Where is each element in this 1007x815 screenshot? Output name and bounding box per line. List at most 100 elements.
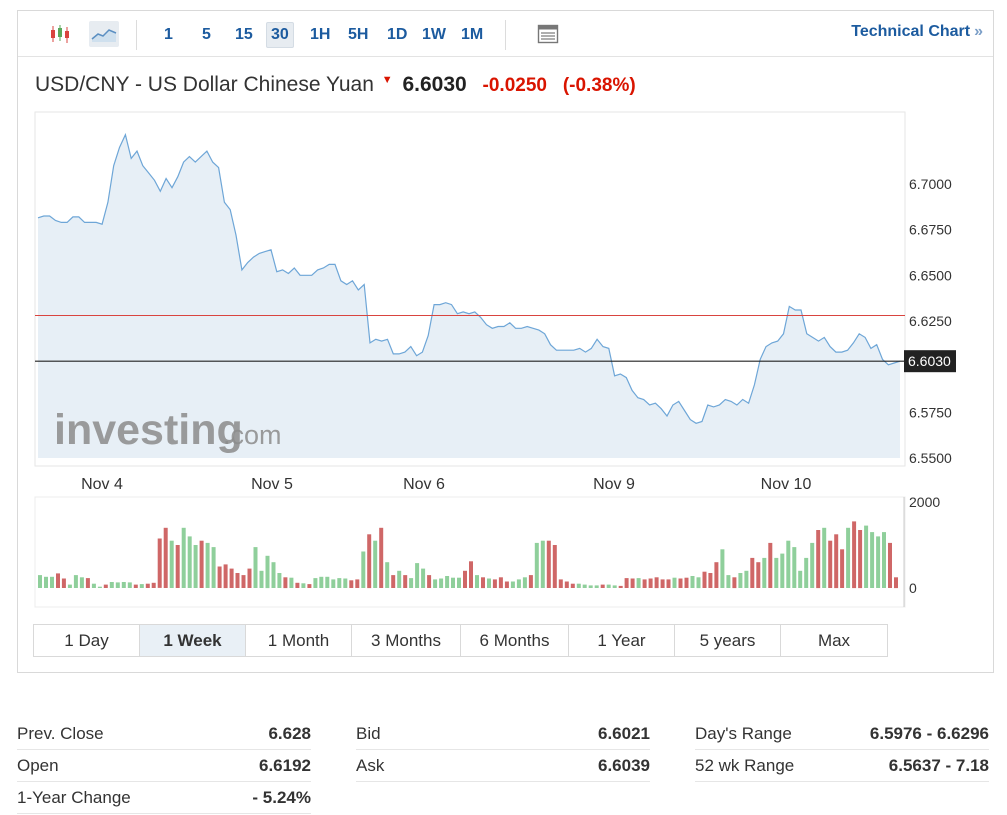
volume-tick-label: 2000	[909, 494, 940, 510]
volume-bar	[313, 578, 318, 588]
volume-bar	[325, 576, 330, 588]
stat-open: Open 6.6192	[17, 750, 311, 782]
volume-bar	[235, 573, 240, 588]
volume-bar	[678, 578, 683, 588]
volume-bar	[445, 576, 450, 588]
volume-bar	[259, 570, 264, 588]
volume-bar	[618, 585, 623, 588]
volume-bar	[127, 582, 132, 588]
volume-bar	[546, 540, 551, 588]
range-5-years[interactable]: 5 years	[675, 625, 781, 656]
volume-bar	[798, 570, 803, 588]
volume-bar	[247, 568, 252, 588]
volume-bar	[139, 584, 144, 588]
stat-value: 6.628	[268, 723, 311, 743]
volume-bar	[187, 536, 192, 588]
y-tick-label: 6.7000	[909, 176, 952, 192]
x-tick-label: Nov 10	[761, 476, 812, 493]
volume-bar	[271, 562, 276, 588]
volume-bar	[373, 540, 378, 588]
volume-bar	[181, 527, 186, 588]
volume-bar	[516, 579, 521, 588]
volume-bar	[816, 530, 821, 589]
volume-bar	[834, 534, 839, 589]
volume-bar	[738, 573, 743, 588]
volume-bar	[331, 579, 336, 588]
volume-bar	[451, 577, 455, 588]
stat-52wk-range: 52 wk Range 6.5637 - 7.18	[695, 750, 989, 782]
volume-bar	[487, 578, 491, 588]
volume-bar	[361, 551, 366, 588]
volume-bar	[690, 576, 695, 588]
volume-bar	[744, 570, 749, 588]
stat-value: - 5.24%	[252, 787, 311, 807]
volume-bar	[157, 538, 162, 588]
range-1-week[interactable]: 1 Week	[140, 625, 246, 656]
volume-bar	[385, 562, 390, 588]
volume-bar	[133, 584, 138, 588]
volume-bar	[600, 584, 605, 588]
volume-bar	[121, 582, 126, 588]
volume-bar	[498, 577, 503, 589]
volume-bar	[612, 585, 617, 588]
range-6-months[interactable]: 6 Months	[461, 625, 569, 656]
stat-value: 6.6192	[259, 755, 311, 775]
range-1-day[interactable]: 1 Day	[34, 625, 140, 656]
stat-value: 6.6021	[598, 723, 650, 743]
volume-bar	[337, 578, 342, 588]
volume-bar	[588, 585, 593, 588]
volume-bar	[522, 577, 527, 589]
volume-bar	[79, 577, 84, 589]
volume-bar	[846, 527, 851, 588]
y-tick-label: 6.6250	[909, 313, 952, 329]
volume-bar	[582, 584, 587, 588]
current-price-tag: 6.6030	[904, 350, 956, 373]
volume-bar	[169, 540, 174, 588]
time-range-selector: 1 Day 1 Week 1 Month 3 Months 6 Months 1…	[33, 624, 888, 657]
price-chart[interactable]: investing .com 6.6030 6.7000 6.6750 6.6500…	[18, 11, 993, 611]
range-3-months[interactable]: 3 Months	[352, 625, 461, 656]
volume-bar	[391, 575, 396, 588]
volume-bar	[810, 542, 815, 588]
stat-label: Open	[17, 755, 59, 775]
volume-bar	[319, 576, 324, 588]
volume-bar	[44, 576, 48, 588]
volume-bar	[103, 584, 108, 588]
volume-bar	[510, 581, 515, 588]
volume-tick-label: 0	[909, 580, 917, 596]
volume-bar	[307, 584, 312, 588]
volume-bar	[397, 570, 402, 588]
volume-bar	[666, 579, 671, 588]
volume-bar	[205, 542, 210, 588]
volume-bar	[624, 578, 629, 588]
volume-bar	[217, 566, 222, 588]
volume-bar	[660, 579, 665, 588]
range-1-year[interactable]: 1 Year	[569, 625, 675, 656]
stat-1-year-change: 1-Year Change - 5.24%	[17, 782, 311, 814]
volume-bar	[852, 521, 857, 589]
range-max[interactable]: Max	[781, 625, 887, 656]
volume-bar	[415, 563, 420, 588]
volume-bar	[457, 577, 461, 588]
stat-value: 6.6039	[598, 755, 650, 775]
volume-bar	[211, 547, 216, 588]
volume-bar	[481, 577, 485, 589]
volume-bar	[552, 545, 557, 588]
volume-bar	[379, 527, 384, 588]
stat-ask: Ask 6.6039	[356, 750, 650, 782]
stat-label: Prev. Close	[17, 723, 104, 743]
volume-bar	[241, 575, 246, 588]
volume-bar	[504, 581, 509, 588]
stat-label: Ask	[356, 755, 385, 775]
volume-bar	[145, 583, 150, 588]
range-1-month[interactable]: 1 Month	[246, 625, 352, 656]
volume-bar	[265, 555, 270, 589]
volume-bar	[193, 545, 198, 588]
y-tick-label: 6.5500	[909, 450, 952, 466]
stat-value: 6.5976 - 6.6296	[869, 723, 989, 743]
volume-bar	[786, 540, 791, 588]
volume-bar	[163, 527, 168, 588]
volume-bar	[822, 527, 827, 588]
svg-text:6.6030: 6.6030	[908, 353, 951, 369]
volume-bar	[576, 583, 581, 588]
